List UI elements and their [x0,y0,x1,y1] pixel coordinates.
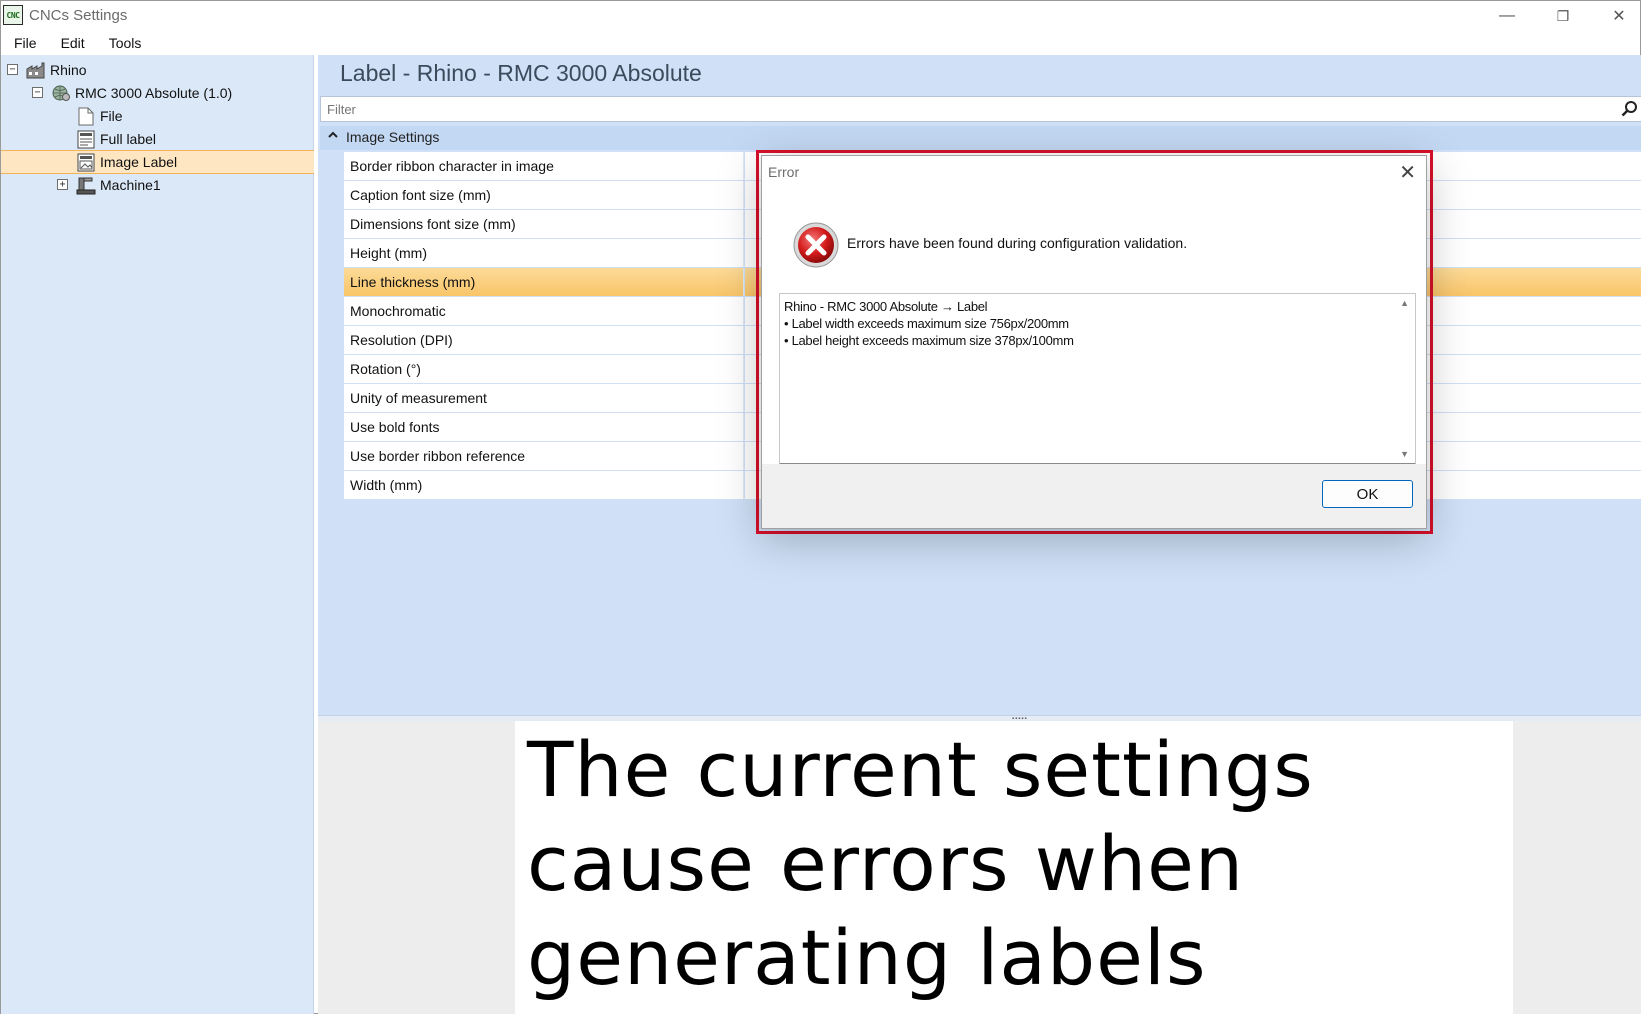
collapse-icon[interactable]: − [32,87,43,98]
machine-icon [76,175,96,195]
expand-icon[interactable]: + [57,179,68,190]
category-label: Image Settings [346,129,440,145]
minimize-button[interactable]: — [1479,1,1535,31]
property-gutter [320,210,344,238]
preview-text: The current settings cause errors when g… [527,723,1507,1005]
property-name: Monochromatic [344,297,744,325]
property-name: Dimensions font size (mm) [344,210,744,238]
tree-item-label: Image Label [100,154,178,170]
property-gutter [320,326,344,354]
preview-line: cause errors when [527,819,1245,908]
page-title: Label - Rhino - RMC 3000 Absolute [340,60,702,86]
tree-panel: − Rhino − RMC 3000 Absolute (1.0) File F… [1,55,314,1014]
property-gutter [320,442,344,470]
tree-item-label: Machine1 [100,177,161,193]
category-image-settings[interactable]: Image Settings [320,126,1641,150]
tree-item-image-label[interactable]: Image Label [1,150,314,174]
tree-item-file[interactable]: File [1,104,314,128]
property-gutter [320,384,344,412]
property-name: Use border ribbon reference [344,442,744,470]
dialog-title: Error [768,164,800,180]
chevron-up-icon[interactable] [328,129,338,143]
tree-item-full-label[interactable]: Full label [1,127,314,151]
detail-line: • Label width exceeds maximum size 756px… [784,316,1069,331]
ok-button[interactable]: OK [1322,480,1413,508]
dialog-message: Errors have been found during configurat… [847,235,1188,251]
property-gutter [320,152,344,180]
property-gutter [320,239,344,267]
label-preview: The current settings cause errors when g… [515,721,1513,1014]
tree-item-label: Full label [100,131,157,147]
preview-line: generating labels [527,913,1207,1002]
tree-item-rhino[interactable]: − Rhino [1,58,314,82]
property-gutter [320,181,344,209]
property-name: Border ribbon character in image [344,152,744,180]
label-icon [76,129,96,149]
preview-line: The current settings [527,725,1314,814]
scroll-down-icon[interactable]: ▼ [1400,449,1409,459]
menu-bar: File Edit Tools [1,31,1640,55]
menu-file[interactable]: File [1,35,49,51]
factory-icon [26,60,46,80]
dialog-footer: OK [762,464,1426,528]
filter-box [320,96,1641,122]
tree-item-label: File [100,108,123,124]
error-details-box[interactable]: Rhino - RMC 3000 Absolute → Label • Labe… [779,293,1416,465]
close-icon[interactable]: ✕ [1399,160,1416,185]
property-name: Rotation (°) [344,355,744,383]
image-label-icon [76,152,96,172]
label-preview-area: The current settings cause errors when g… [318,721,1641,1014]
menu-tools[interactable]: Tools [97,35,154,51]
error-dialog: Error ✕ Errors have been found during co… [761,155,1427,529]
filter-input[interactable] [327,100,1607,118]
app-window: CNC CNCs Settings — ❐ ✕ File Edit Tools … [0,0,1641,1014]
property-gutter [320,413,344,441]
property-name: Unity of measurement [344,384,744,412]
scroll-up-icon[interactable]: ▲ [1400,298,1409,308]
globe-gear-icon [51,83,71,103]
restore-button[interactable]: ❐ [1535,1,1591,31]
detail-line: Rhino - RMC 3000 Absolute → Label [784,299,988,314]
detail-line: • Label height exceeds maximum size 378p… [784,333,1074,348]
property-name: Line thickness (mm) [344,268,744,296]
property-gutter [320,297,344,325]
close-window-button[interactable]: ✕ [1591,1,1641,31]
tree-item-rmc-3000[interactable]: − RMC 3000 Absolute (1.0) [1,81,314,105]
property-name: Caption font size (mm) [344,181,744,209]
menu-edit[interactable]: Edit [49,35,97,51]
property-name: Height (mm) [344,239,744,267]
tree-item-label: RMC 3000 Absolute (1.0) [75,85,233,101]
property-name: Use bold fonts [344,413,744,441]
property-name: Width (mm) [344,471,744,499]
property-gutter [320,471,344,499]
window-title: CNCs Settings [29,7,128,24]
collapse-icon[interactable]: − [7,64,18,75]
tree-item-machine1[interactable]: + Machine1 [1,173,314,197]
search-icon[interactable] [1621,100,1639,123]
file-icon [76,106,96,126]
error-icon [792,221,840,274]
property-name: Resolution (DPI) [344,326,744,354]
error-details-text: Rhino - RMC 3000 Absolute → Label • Labe… [784,298,1074,349]
tree-item-label: Rhino [50,62,87,78]
property-gutter [320,268,344,296]
app-icon: CNC [3,5,23,25]
property-gutter [320,355,344,383]
title-bar: CNC CNCs Settings — ❐ ✕ [1,1,1640,31]
